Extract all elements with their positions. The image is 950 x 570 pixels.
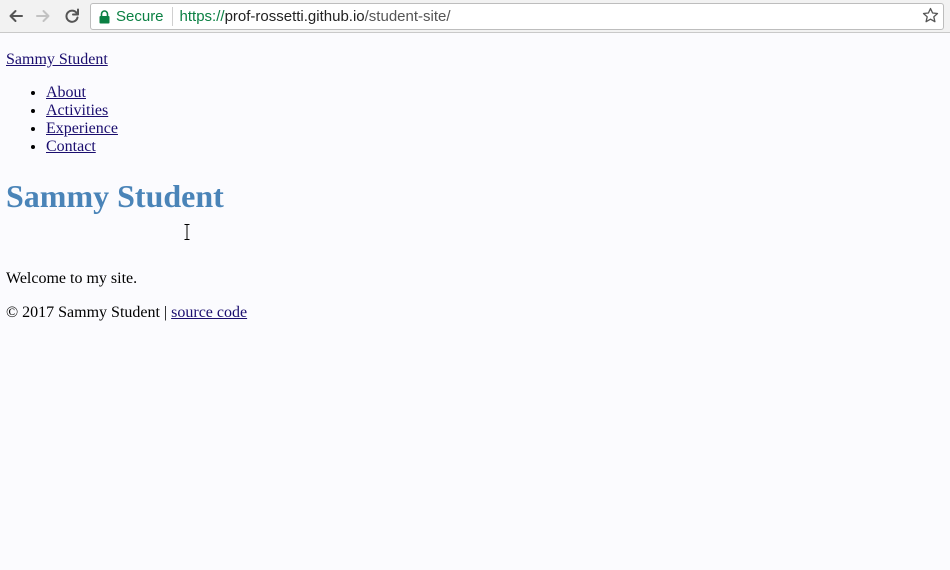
nav-item-experience: Experience	[46, 120, 118, 138]
welcome-text: Welcome to my site.	[6, 270, 138, 287]
nav-link-about[interactable]: About	[46, 84, 86, 101]
back-arrow-icon	[7, 7, 25, 25]
address-bar[interactable]: Secure https://prof-rossetti.github.io/s…	[90, 3, 944, 30]
forward-arrow-icon	[34, 7, 52, 25]
address-divider	[171, 7, 173, 26]
nav-item-about: About	[46, 84, 118, 102]
site-brand-link[interactable]: Sammy Student	[6, 51, 108, 69]
browser-toolbar: Secure https://prof-rossetti.github.io/s…	[0, 0, 950, 33]
nav-link-contact[interactable]: Contact	[46, 138, 96, 155]
forward-button[interactable]	[32, 5, 54, 27]
url-scheme: https://	[179, 8, 225, 25]
secure-label[interactable]: Secure	[116, 8, 164, 25]
url-path: /student-site/	[364, 8, 451, 25]
reload-button[interactable]	[61, 5, 83, 27]
reload-icon	[63, 7, 81, 25]
site-nav: About Activities Experience Contact	[0, 84, 118, 156]
back-button[interactable]	[5, 5, 27, 27]
footer: © 2017 Sammy Student | source code	[6, 304, 247, 322]
nav-item-activities: Activities	[46, 102, 118, 120]
footer-copyright: © 2017 Sammy Student |	[6, 304, 172, 321]
nav-item-contact: Contact	[46, 138, 118, 156]
page-title: Sammy Student	[6, 178, 224, 214]
nav-link-experience[interactable]: Experience	[46, 120, 118, 137]
source-code-link[interactable]: source code	[171, 304, 247, 321]
nav-link-activities[interactable]: Activities	[46, 102, 108, 119]
lock-icon[interactable]	[99, 9, 110, 24]
star-icon[interactable]	[922, 7, 939, 24]
url-host: prof-rossetti.github.io	[224, 8, 365, 25]
text-cursor-icon	[184, 224, 190, 240]
